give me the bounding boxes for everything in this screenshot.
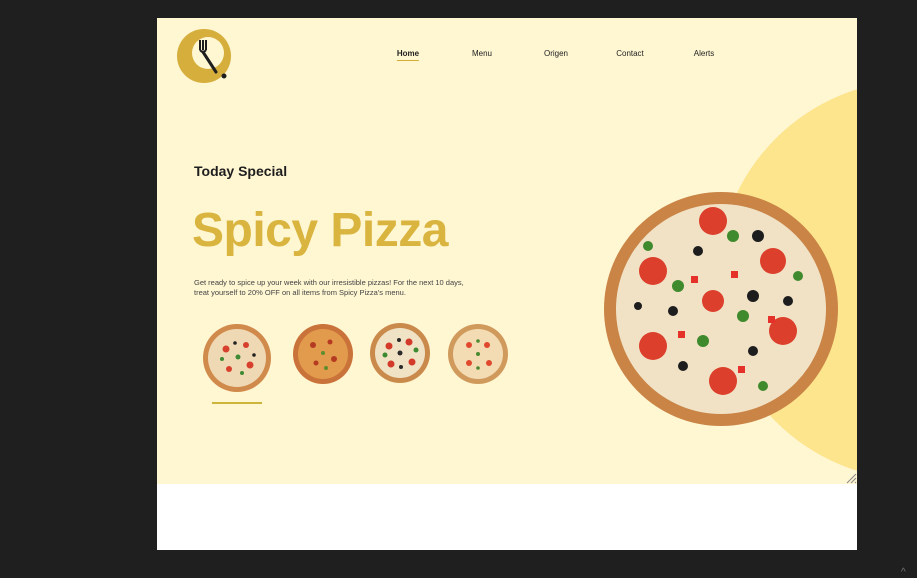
- nav-origen[interactable]: Origen: [544, 49, 568, 58]
- resize-handle-icon[interactable]: [845, 472, 857, 484]
- hero-section: Home Menu Origen Contact Alerts Today Sp…: [157, 18, 857, 484]
- pizza-thumbnail-3[interactable]: [369, 322, 431, 384]
- hero-subtitle: Today Special: [194, 163, 288, 179]
- browser-viewport: Home Menu Origen Contact Alerts Today Sp…: [157, 18, 857, 550]
- pizza-image: [604, 192, 838, 426]
- hero-title: Spicy Pizza: [192, 204, 448, 257]
- pizza-thumbnail-1[interactable]: [202, 323, 272, 393]
- thumbnail-selected-indicator: [212, 402, 262, 404]
- pizza-thumbnail-2[interactable]: [292, 323, 354, 385]
- hero-description-line-1: Get ready to spice up your week with our…: [194, 278, 464, 287]
- pizza-thumbnail-4[interactable]: [447, 323, 509, 385]
- nav-home[interactable]: Home: [396, 49, 420, 61]
- nav-contact[interactable]: Contact: [616, 49, 644, 58]
- hero-description: Get ready to spice up your week with our…: [194, 278, 494, 298]
- caret-up-icon: ^: [901, 567, 906, 578]
- nav-alerts[interactable]: Alerts: [694, 49, 714, 58]
- nav-menu[interactable]: Menu: [472, 49, 492, 58]
- main-nav: Home Menu Origen Contact Alerts: [157, 49, 857, 65]
- hero-description-line-2: treat yourself to 20% OFF on all items f…: [194, 288, 406, 297]
